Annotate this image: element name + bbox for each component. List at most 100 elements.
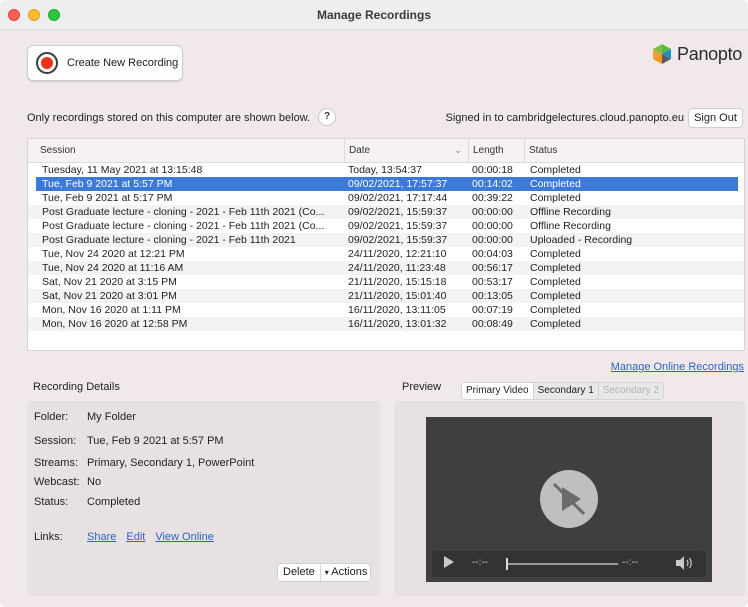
row-session-cell: Tue, Feb 9 2021 at 5:57 PM (42, 178, 173, 190)
row-date-cell: 24/11/2020, 11:23:48 (348, 262, 446, 274)
tab-secondary-1[interactable]: Secondary 1 (534, 383, 598, 399)
table-row[interactable]: Mon, Nov 16 2020 at 1:11 PM 16/11/2020, 1… (28, 303, 744, 317)
row-status-cell: Completed (530, 178, 581, 190)
row-length-cell: 00:00:18 (472, 164, 513, 176)
row-length-cell: 00:00:00 (472, 234, 513, 246)
webcast-value: No (87, 476, 102, 488)
row-session-cell: Mon, Nov 16 2020 at 12:58 PM (42, 318, 188, 330)
total-time: --:-- (622, 557, 639, 568)
signed-in-text: Signed in to cambridgelectures.cloud.pan… (445, 112, 685, 124)
row-status-cell: Completed (530, 304, 581, 316)
actions-menu-button[interactable]: ▾ Actions (321, 564, 368, 581)
preview-tabs: Primary Video Secondary 1 Secondary 2 (461, 382, 664, 400)
row-status-cell: Completed (530, 318, 581, 330)
table-row[interactable]: Post Graduate lecture - cloning - 2021 -… (28, 219, 744, 233)
delete-actions-control: Delete ▾ Actions (277, 563, 371, 582)
links-row: Links: Share Edit View Online (34, 531, 224, 543)
row-session-cell: Post Graduate lecture - cloning - 2021 -… (42, 234, 296, 246)
row-session-cell: Tue, Feb 9 2021 at 5:17 PM (42, 192, 173, 204)
table-row[interactable]: Tue, Feb 9 2021 at 5:17 PM 09/02/2021, 17… (28, 191, 744, 205)
play-icon[interactable] (444, 556, 454, 571)
row-length-cell: 00:00:00 (472, 220, 513, 232)
row-length-cell: 00:07:19 (472, 304, 513, 316)
streams-label: Streams: (34, 457, 79, 469)
row-status-cell: Completed (530, 290, 581, 302)
row-date-cell: 24/11/2020, 12:21:10 (348, 248, 447, 260)
manage-recordings-window: Manage Recordings Create New Recording P… (0, 0, 748, 607)
row-status-cell: Completed (530, 248, 581, 260)
share-link[interactable]: Share (87, 531, 116, 543)
create-new-recording-button[interactable]: Create New Recording (27, 45, 183, 81)
column-header-length[interactable]: Length (468, 139, 524, 162)
create-new-recording-label: Create New Recording (67, 57, 179, 69)
manage-online-recordings-link[interactable]: Manage Online Recordings (611, 361, 744, 373)
title-bar: Manage Recordings (0, 0, 748, 30)
table-row[interactable]: Sat, Nov 21 2020 at 3:15 PM 21/11/2020, 1… (28, 275, 744, 289)
row-status-cell: Completed (530, 276, 581, 288)
tab-primary-video[interactable]: Primary Video (462, 383, 534, 399)
column-header-status[interactable]: Status (524, 139, 744, 162)
row-status-cell: Completed (530, 262, 581, 274)
recordings-table: Session Date ⌄ Length Status Tuesday, 11… (27, 138, 745, 351)
seek-bar[interactable] (506, 563, 618, 565)
tab-secondary-2: Secondary 2 (597, 383, 663, 399)
row-date-cell: 09/02/2021, 15:59:37 (348, 220, 448, 232)
table-row[interactable]: Post Graduate lecture - cloning - 2021 -… (28, 205, 744, 219)
table-body: Tuesday, 11 May 2021 at 13:15:48 Today, 1… (28, 163, 744, 331)
session-value: Tue, Feb 9 2021 at 5:57 PM (87, 435, 224, 447)
sign-out-button[interactable]: Sign Out (688, 108, 743, 128)
row-status-cell: Offline Recording (530, 220, 611, 232)
webcast-row: Webcast: No (34, 476, 101, 488)
preview-panel: --:-- --:-- (394, 401, 745, 596)
session-label: Session: (34, 435, 77, 447)
panopto-logo-icon (653, 44, 672, 64)
player-controls: --:-- --:-- (432, 551, 706, 577)
status-value: Completed (87, 496, 141, 508)
row-length-cell: 00:04:03 (472, 248, 513, 260)
help-button[interactable]: ? (318, 108, 336, 126)
table-row[interactable]: Mon, Nov 16 2020 at 12:58 PM 16/11/2020, … (28, 317, 744, 331)
row-length-cell: 00:13:05 (472, 290, 513, 302)
volume-icon[interactable] (676, 556, 694, 573)
folder-row: Folder: My Folder (34, 411, 136, 423)
row-status-cell: Uploaded - Recording (530, 234, 633, 246)
webcast-label: Webcast: (34, 476, 80, 488)
column-header-session[interactable]: Session (28, 139, 344, 162)
table-row[interactable]: Sat, Nov 21 2020 at 3:01 PM 21/11/2020, 1… (28, 289, 744, 303)
row-session-cell: Sat, Nov 21 2020 at 3:15 PM (42, 276, 177, 288)
row-date-cell: 21/11/2020, 15:01:40 (348, 290, 447, 302)
folder-label: Folder: (34, 411, 69, 423)
elapsed-time: --:-- (472, 557, 489, 568)
table-row[interactable]: Tuesday, 11 May 2021 at 13:15:48 Today, 1… (28, 163, 744, 177)
status-label: Status: (34, 496, 69, 508)
streams-row: Streams: Primary, Secondary 1, PowerPoint (34, 457, 254, 469)
row-date-cell: 09/02/2021, 15:59:37 (348, 234, 448, 246)
local-recordings-notice: Only recordings stored on this computer … (27, 112, 311, 124)
table-row[interactable]: Tue, Feb 9 2021 at 5:57 PM 09/02/2021, 17… (36, 177, 738, 191)
play-disabled-icon[interactable] (540, 470, 598, 528)
row-session-cell: Tuesday, 11 May 2021 at 13:15:48 (42, 164, 203, 176)
video-player[interactable]: --:-- --:-- (426, 417, 712, 582)
row-status-cell: Completed (530, 164, 581, 176)
table-row[interactable]: Tue, Nov 24 2020 at 12:21 PM 24/11/2020, … (28, 247, 744, 261)
row-session-cell: Sat, Nov 21 2020 at 3:01 PM (42, 290, 177, 302)
table-row[interactable]: Tue, Nov 24 2020 at 11:16 AM 24/11/2020, … (28, 261, 744, 275)
row-date-cell: 16/11/2020, 13:01:32 (348, 318, 447, 330)
logo-text: Panopto (677, 43, 742, 64)
preview-title: Preview (402, 381, 442, 393)
row-length-cell: 00:14:02 (472, 178, 513, 190)
view-online-link[interactable]: View Online (155, 531, 214, 543)
folder-value: My Folder (87, 411, 136, 423)
table-row[interactable]: Post Graduate lecture - cloning - 2021 -… (28, 233, 744, 247)
seek-handle[interactable] (506, 558, 508, 570)
actions-label: Actions (331, 566, 368, 578)
column-header-date[interactable]: Date ⌄ (344, 139, 468, 162)
edit-link[interactable]: Edit (126, 531, 145, 543)
streams-value: Primary, Secondary 1, PowerPoint (87, 457, 255, 469)
delete-button[interactable]: Delete (278, 564, 321, 581)
row-session-cell: Mon, Nov 16 2020 at 1:11 PM (42, 304, 181, 316)
row-date-cell: 09/02/2021, 17:57:37 (348, 178, 448, 190)
status-row: Status: Completed (34, 496, 140, 508)
table-header: Session Date ⌄ Length Status (28, 139, 744, 163)
row-length-cell: 00:53:17 (472, 276, 513, 288)
